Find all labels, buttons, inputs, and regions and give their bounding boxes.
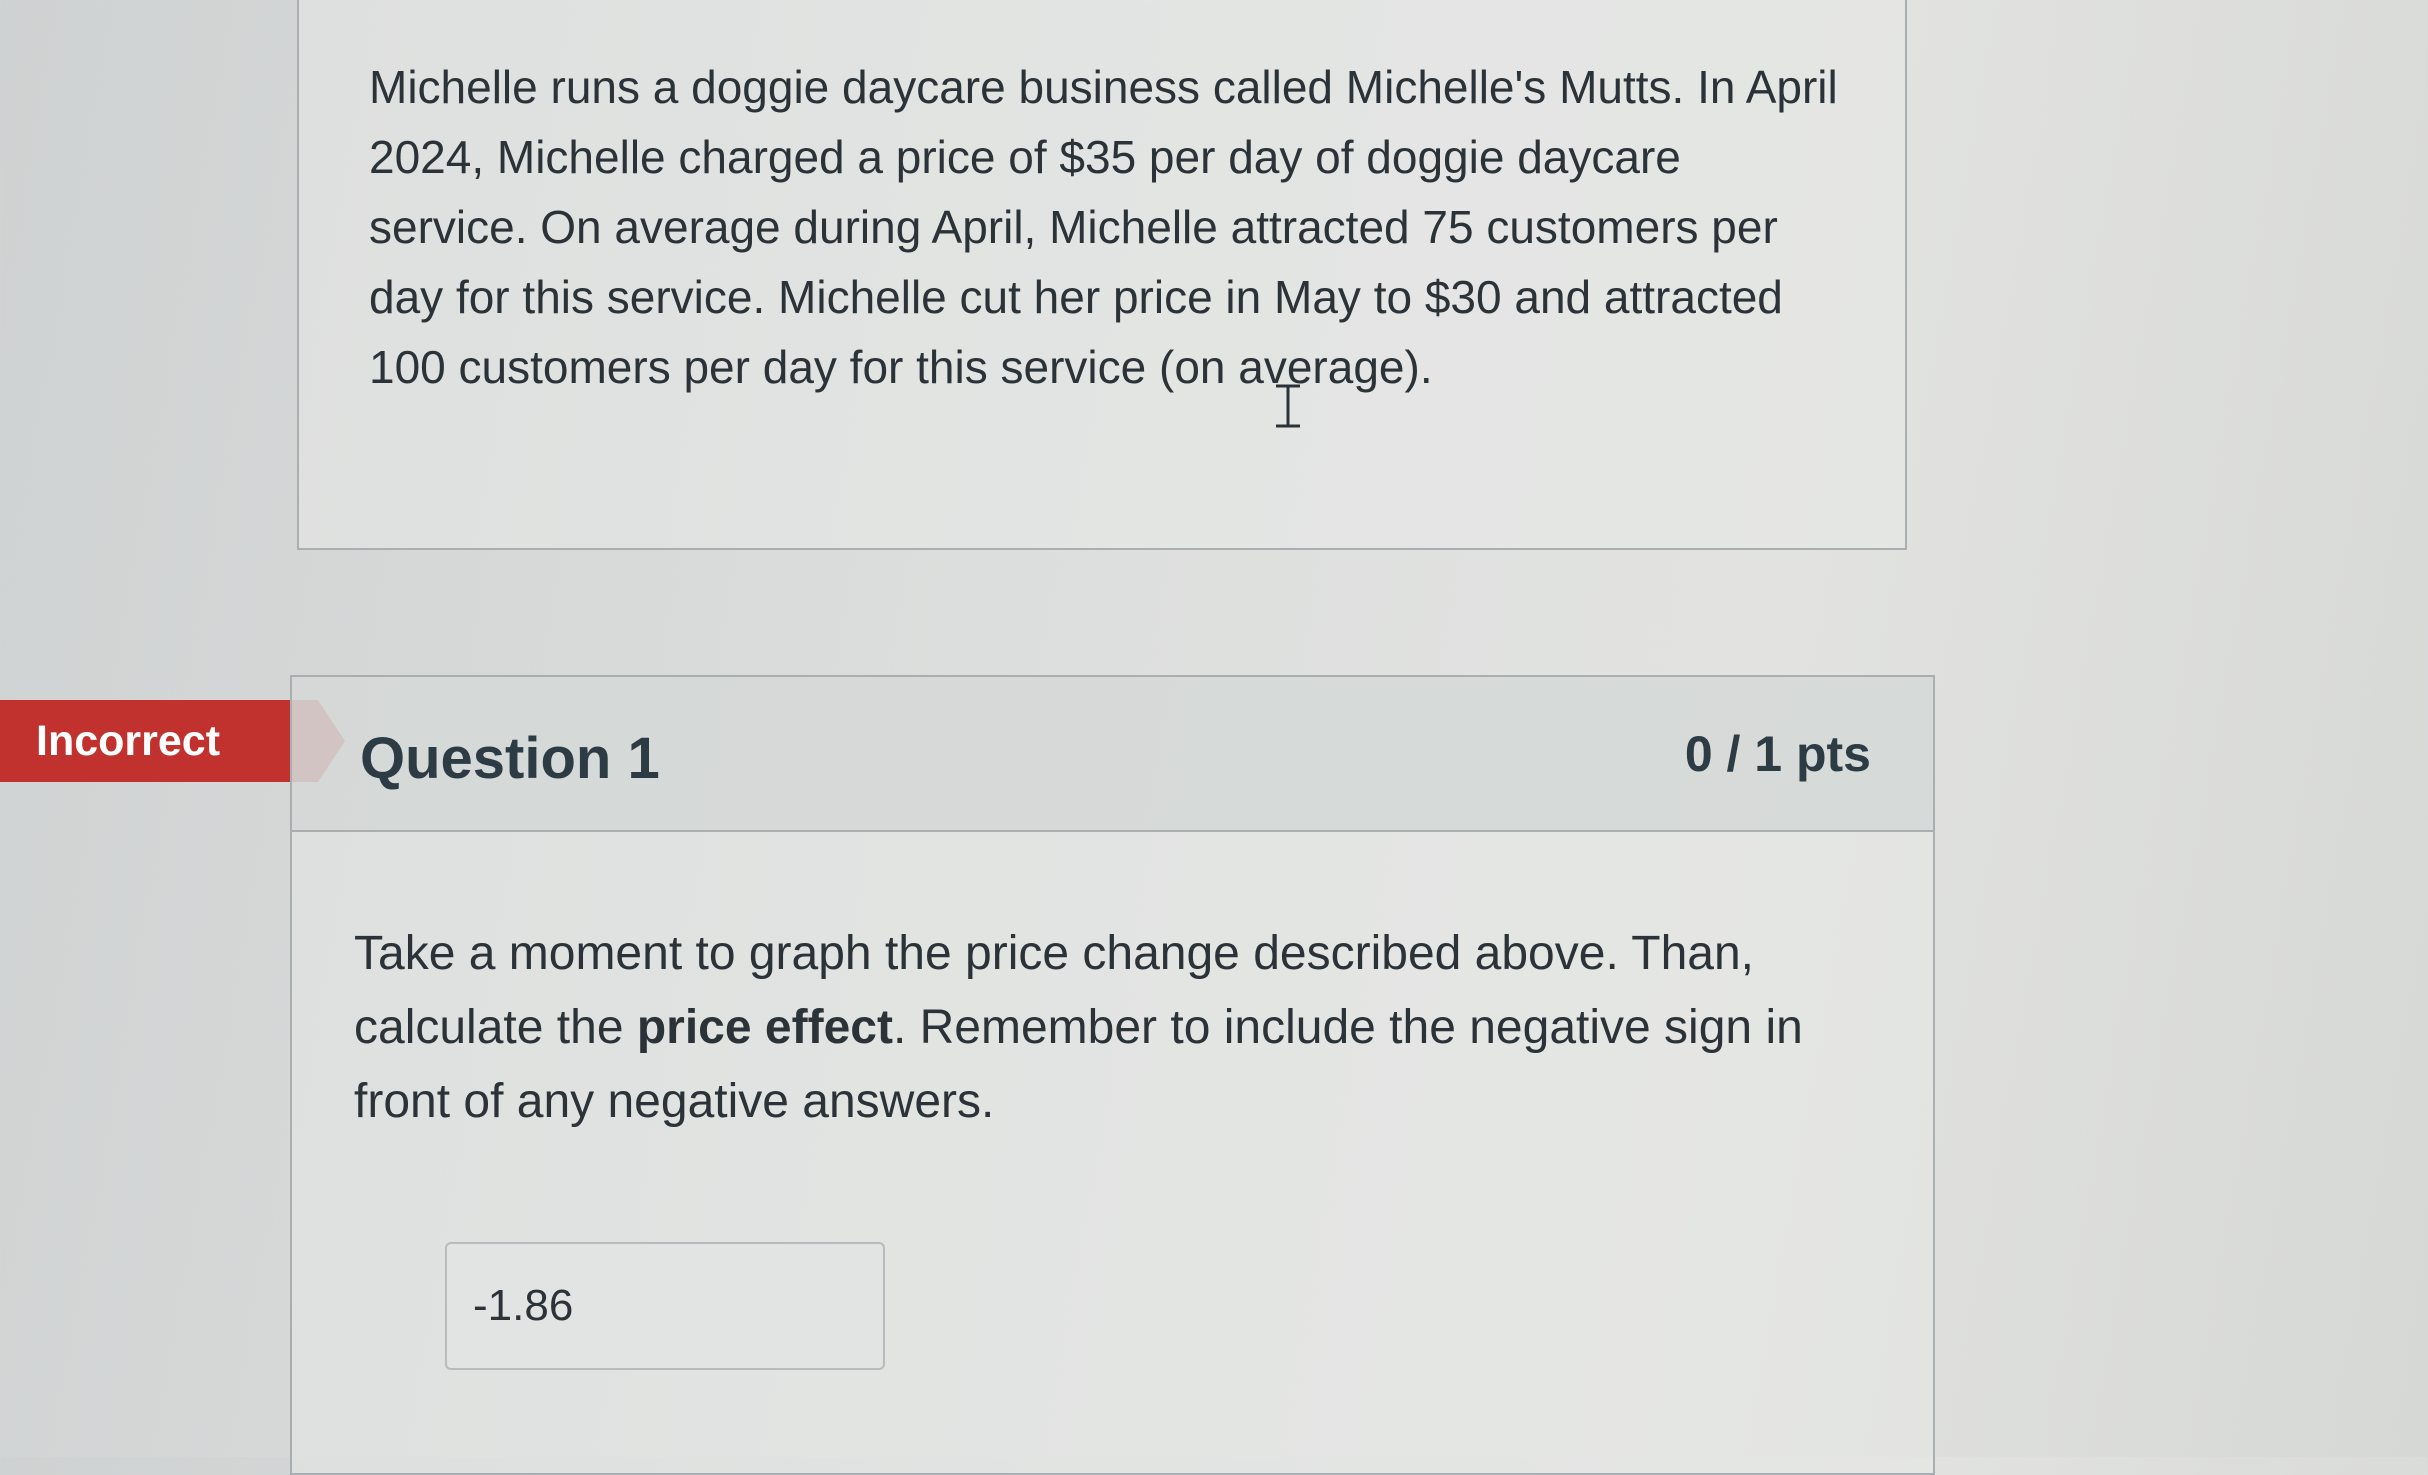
question-title: Question 1 — [360, 726, 660, 791]
context-paragraph: Michelle runs a doggie daycare business … — [369, 61, 1838, 393]
question-text: Take a moment to graph the price change … — [354, 917, 1854, 1139]
question-points: 0 / 1 pts — [1684, 726, 1871, 782]
answer-input[interactable]: -1.86 — [445, 1242, 885, 1370]
context-passage-box: Michelle runs a doggie daycare business … — [297, 0, 1907, 550]
question-card: Question 1 0 / 1 pts Take a moment to gr… — [290, 675, 1935, 1475]
text-cursor-icon — [1276, 384, 1300, 428]
question-header: Question 1 0 / 1 pts — [292, 677, 1933, 832]
question-text-emphasis: price effect — [636, 1001, 893, 1054]
